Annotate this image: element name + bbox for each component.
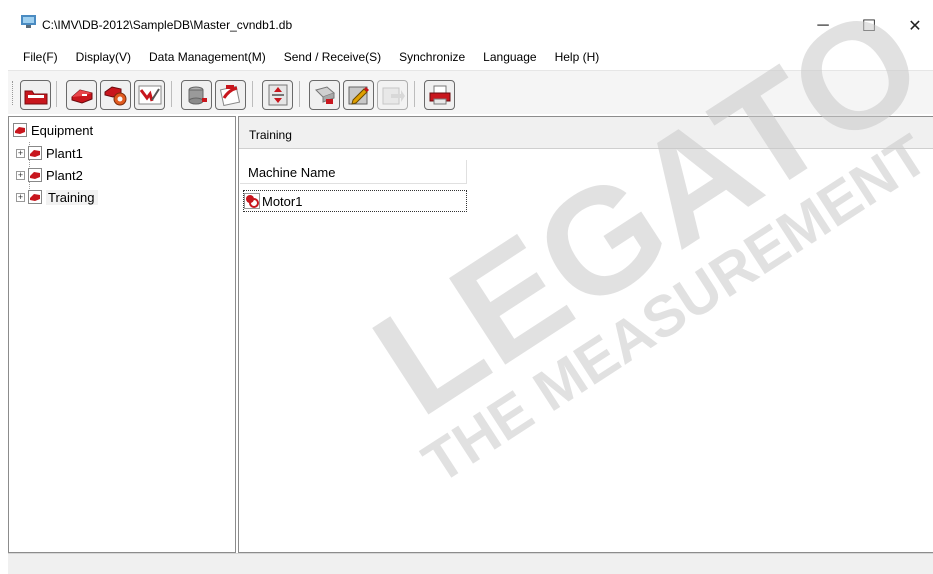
equipment-icon	[28, 146, 42, 160]
menu-help[interactable]: Help (H)	[555, 50, 600, 64]
toolbar	[8, 70, 933, 114]
equipment-settings-button[interactable]	[100, 80, 131, 110]
tree-label: Equipment	[31, 122, 94, 138]
menu-bar: File(F) Display(V) Data Management(M) Se…	[0, 44, 933, 70]
close-button[interactable]: ✕	[895, 8, 933, 44]
export-icon	[382, 87, 405, 105]
measurement-icon	[138, 85, 161, 105]
menu-language[interactable]: Language	[483, 50, 536, 64]
motor-icon	[244, 193, 260, 209]
equipment-tree[interactable]: Equipment + Plant1 + Plant2 + Training	[8, 116, 236, 553]
edit-icon	[348, 86, 369, 105]
equipment-icon	[13, 123, 27, 137]
column-header-label: Machine Name	[248, 165, 336, 180]
toolbar-separator	[56, 81, 57, 107]
equipment-settings-icon	[104, 86, 126, 106]
tree-item-training[interactable]: + Training	[16, 187, 99, 207]
tree-label-selected: Training	[46, 189, 99, 205]
tree-label: Plant1	[46, 145, 83, 161]
report-button[interactable]	[215, 80, 246, 110]
toolbar-separator	[171, 81, 172, 107]
minimize-button[interactable]: ─	[803, 8, 843, 44]
print-button[interactable]	[424, 80, 455, 110]
equipment-icon	[28, 190, 42, 204]
equipment-button[interactable]	[66, 80, 97, 110]
expand-icon[interactable]: +	[16, 192, 25, 202]
open-database-icon	[24, 90, 47, 105]
close-icon: ✕	[908, 18, 922, 35]
column-header-machine-name[interactable]: Machine Name	[240, 160, 467, 184]
menu-display[interactable]: Display(V)	[76, 50, 131, 64]
data-transfer-icon	[268, 84, 287, 106]
toolbar-separator	[252, 81, 253, 107]
sensor-button[interactable]	[181, 80, 212, 110]
toolbar-grip[interactable]	[12, 81, 15, 105]
title-bar: C:\IMV\DB-2012\SampleDB\Master_cvndb1.db…	[0, 0, 933, 44]
equipment-icon	[71, 89, 92, 104]
minimize-icon: ─	[817, 17, 829, 34]
content-header: Training	[239, 117, 933, 149]
tree-item-plant2[interactable]: + Plant2	[16, 165, 83, 185]
measurement-button[interactable]	[134, 80, 165, 110]
expand-icon[interactable]: +	[16, 170, 25, 180]
export-button[interactable]	[377, 80, 408, 110]
tree-item-equipment[interactable]: Equipment	[13, 120, 93, 140]
status-bar	[8, 553, 933, 574]
open-database-button[interactable]	[20, 80, 51, 110]
list-item-motor1[interactable]: Motor1	[243, 190, 467, 212]
content-pane: Training Machine Name Motor1	[238, 116, 933, 553]
menu-data-management[interactable]: Data Management(M)	[149, 50, 266, 64]
data-transfer-button[interactable]	[262, 80, 293, 110]
collector-button[interactable]	[309, 80, 340, 110]
expand-icon[interactable]: +	[16, 148, 25, 158]
maximize-icon: ☐	[861, 18, 877, 35]
menu-synchronize[interactable]: Synchronize	[399, 50, 465, 64]
report-icon	[219, 85, 240, 106]
toolbar-separator	[299, 81, 300, 107]
menu-file[interactable]: File(F)	[23, 50, 58, 64]
edit-button[interactable]	[343, 80, 374, 110]
app-icon	[21, 14, 36, 28]
sensor-icon	[188, 86, 207, 105]
print-icon	[429, 85, 450, 105]
content-header-title: Training	[249, 128, 292, 142]
menu-send-receive[interactable]: Send / Receive(S)	[284, 50, 381, 64]
equipment-icon	[28, 168, 42, 182]
maximize-button[interactable]: ☐	[849, 8, 889, 44]
collector-icon	[314, 86, 335, 104]
machine-name: Motor1	[262, 193, 303, 209]
window-title: C:\IMV\DB-2012\SampleDB\Master_cvndb1.db	[42, 18, 293, 32]
tree-item-plant1[interactable]: + Plant1	[16, 143, 83, 163]
toolbar-separator	[414, 81, 415, 107]
tree-label: Plant2	[46, 167, 83, 183]
